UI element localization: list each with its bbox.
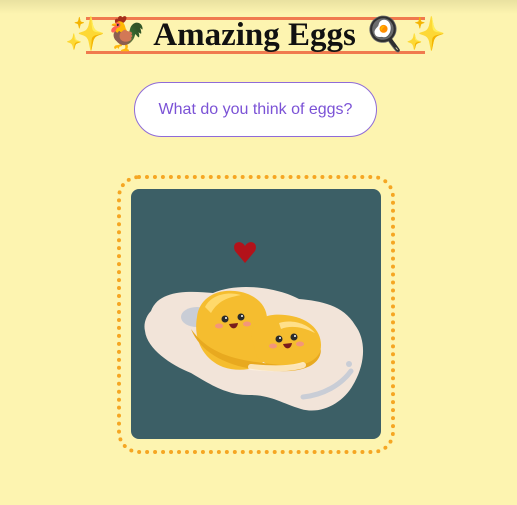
eggs-illustration-svg — [144, 242, 364, 411]
white-highlight — [248, 362, 306, 372]
heart-icon — [234, 242, 256, 263]
left-eye-l — [221, 315, 229, 323]
page-title: ✨🐓 Amazing Eggs 🍳✨ — [64, 17, 447, 53]
eggs-illustration — [131, 189, 381, 439]
egg-white-shine-dot — [346, 361, 352, 367]
top-shadow — [0, 0, 517, 14]
right-eye-l — [275, 335, 283, 343]
ask-eggs-button[interactable]: What do you think of eggs? — [134, 82, 377, 137]
left-eye-r — [237, 313, 245, 321]
right-blush-r — [296, 341, 304, 347]
left-blush-l — [215, 323, 223, 329]
left-blush-r — [243, 321, 251, 327]
right-eye-r — [290, 333, 298, 341]
title-banner: ✨🐓 Amazing Eggs 🍳✨ — [65, 17, 446, 54]
right-blush-l — [269, 343, 277, 349]
